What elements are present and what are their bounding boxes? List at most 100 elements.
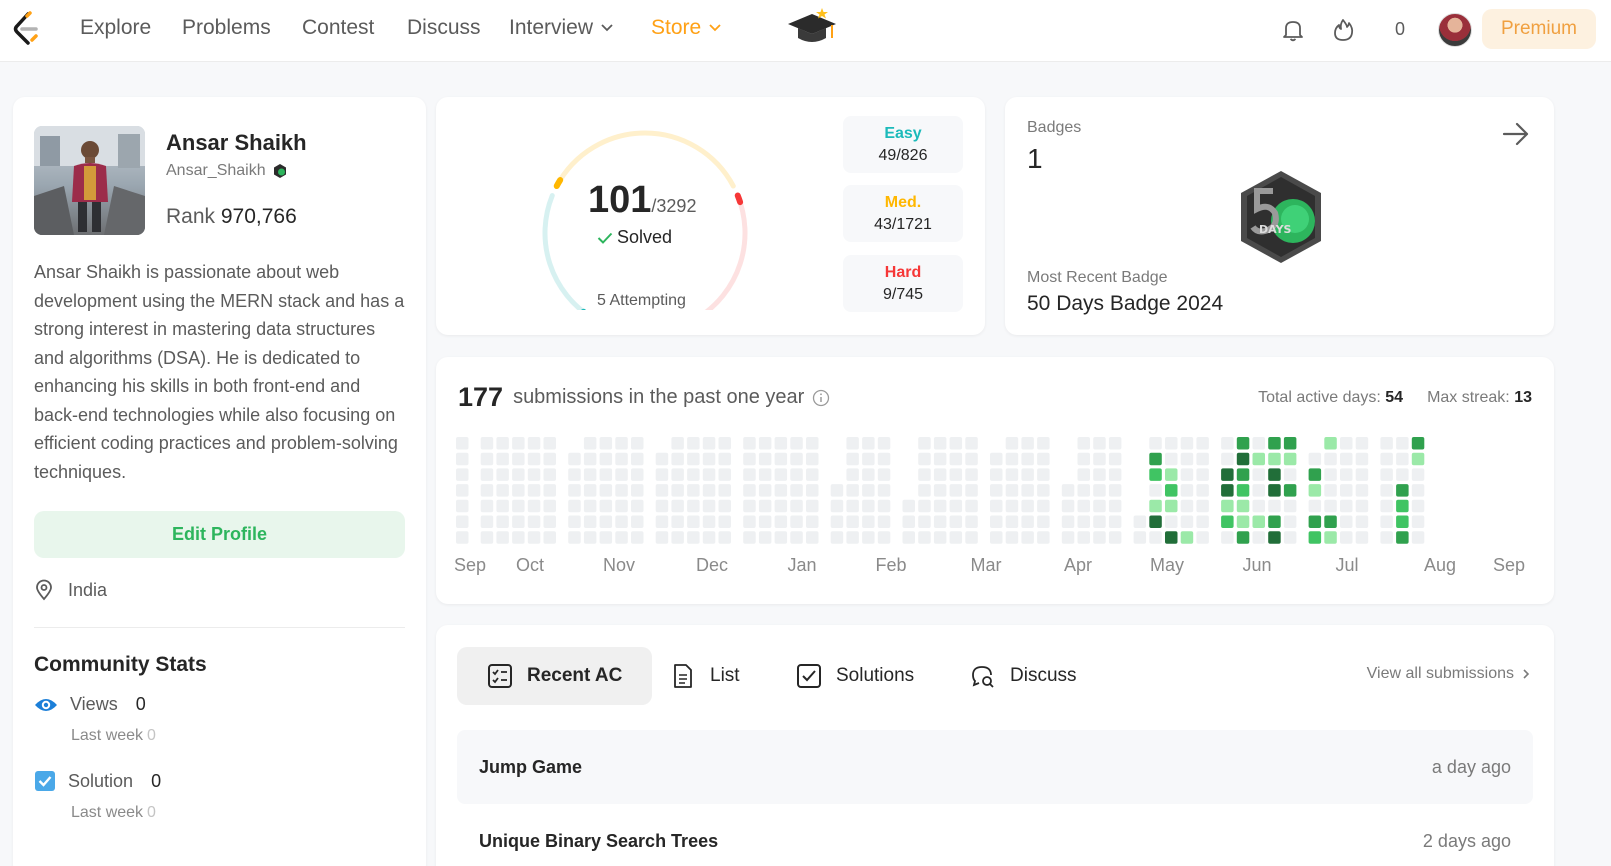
heatmap-day-cell[interactable]: [933, 484, 947, 497]
heatmap-day-cell[interactable]: [806, 484, 819, 497]
submission-row[interactable]: Unique Binary Search Trees 2 days ago: [457, 804, 1533, 866]
heatmap-day-cell[interactable]: [877, 437, 891, 450]
heatmap-day-cell[interactable]: [1355, 468, 1369, 481]
heatmap-day-cell[interactable]: [583, 499, 597, 513]
heatmap-day-cell[interactable]: [599, 531, 613, 544]
heatmap-day-cell[interactable]: [1108, 531, 1122, 544]
heatmap-day-cell[interactable]: [1093, 452, 1106, 466]
heatmap-day-cell[interactable]: [631, 531, 644, 544]
heatmap-day-cell[interactable]: [1180, 437, 1194, 450]
heatmap-day-cell[interactable]: [718, 499, 732, 513]
heatmap-day-cell[interactable]: [1324, 531, 1337, 544]
heatmap-day-cell[interactable]: [1149, 515, 1162, 529]
heatmap-day-cell[interactable]: [1196, 484, 1209, 497]
heatmap-day-cell[interactable]: [456, 515, 469, 529]
heatmap-day-cell[interactable]: [568, 452, 581, 466]
heatmap-day-cell[interactable]: [1037, 484, 1050, 497]
streak-fire-icon[interactable]: [1330, 17, 1356, 43]
heatmap-day-cell[interactable]: [965, 515, 978, 529]
heatmap-day-cell[interactable]: [1180, 531, 1194, 544]
heatmap-day-cell[interactable]: [1061, 499, 1075, 513]
heatmap-day-cell[interactable]: [1093, 484, 1106, 497]
heatmap-day-cell[interactable]: [1324, 515, 1337, 529]
heatmap-day-cell[interactable]: [615, 531, 628, 544]
heatmap-day-cell[interactable]: [877, 468, 891, 481]
heatmap-day-cell[interactable]: [1411, 499, 1425, 513]
edit-profile-button[interactable]: Edit Profile: [34, 511, 405, 558]
heatmap-day-cell[interactable]: [1324, 484, 1337, 497]
heatmap-day-cell[interactable]: [1340, 515, 1353, 529]
heatmap-day-cell[interactable]: [583, 452, 597, 466]
heatmap-day-cell[interactable]: [1308, 531, 1322, 544]
heatmap-day-cell[interactable]: [990, 531, 1003, 544]
heatmap-day-cell[interactable]: [990, 499, 1003, 513]
heatmap-day-cell[interactable]: [877, 484, 891, 497]
heatmap-day-cell[interactable]: [671, 468, 684, 481]
tab-list[interactable]: List: [640, 647, 770, 705]
heatmap-day-cell[interactable]: [965, 531, 978, 544]
heatmap-day-cell[interactable]: [527, 437, 541, 450]
heatmap-day-cell[interactable]: [1355, 499, 1369, 513]
heatmap-day-cell[interactable]: [1165, 437, 1178, 450]
heatmap-day-cell[interactable]: [743, 531, 756, 544]
heatmap-day-cell[interactable]: [743, 515, 756, 529]
heatmap-day-cell[interactable]: [1355, 515, 1369, 529]
heatmap-day-cell[interactable]: [862, 531, 875, 544]
heatmap-day-cell[interactable]: [862, 515, 875, 529]
heatmap-day-cell[interactable]: [1021, 468, 1034, 481]
heatmap-day-cell[interactable]: [1236, 499, 1250, 513]
heatmap-day-cell[interactable]: [933, 515, 947, 529]
heatmap-day-cell[interactable]: [806, 468, 819, 481]
heatmap-day-cell[interactable]: [862, 499, 875, 513]
heatmap-day-cell[interactable]: [1165, 515, 1178, 529]
heatmap-day-cell[interactable]: [599, 437, 613, 450]
heatmap-day-cell[interactable]: [1165, 531, 1178, 544]
heatmap-day-cell[interactable]: [902, 531, 916, 544]
hard-stat[interactable]: Hard 9/745: [843, 255, 963, 312]
heatmap-day-cell[interactable]: [1283, 531, 1297, 544]
heatmap-day-cell[interactable]: [933, 468, 947, 481]
heatmap-day-cell[interactable]: [918, 531, 931, 544]
heatmap-day-cell[interactable]: [1268, 531, 1281, 544]
heatmap-day-cell[interactable]: [1324, 468, 1337, 481]
heatmap-day-cell[interactable]: [806, 515, 819, 529]
heatmap-day-cell[interactable]: [1324, 452, 1337, 466]
heatmap-day-cell[interactable]: [655, 515, 669, 529]
heatmap-day-cell[interactable]: [990, 468, 1003, 481]
heatmap-day-cell[interactable]: [1093, 437, 1106, 450]
heatmap-day-cell[interactable]: [1180, 452, 1194, 466]
heatmap-day-cell[interactable]: [1308, 452, 1322, 466]
heatmap-day-cell[interactable]: [1252, 515, 1266, 529]
heatmap-day-cell[interactable]: [877, 452, 891, 466]
heatmap-day-cell[interactable]: [1077, 499, 1091, 513]
heatmap-day-cell[interactable]: [918, 468, 931, 481]
heatmap-day-cell[interactable]: [1221, 515, 1234, 529]
heatmap-day-cell[interactable]: [790, 437, 803, 450]
heatmap-day-cell[interactable]: [568, 484, 581, 497]
heatmap-day-cell[interactable]: [1005, 468, 1019, 481]
heatmap-day-cell[interactable]: [1037, 499, 1050, 513]
heatmap-day-cell[interactable]: [1021, 515, 1034, 529]
heatmap-day-cell[interactable]: [687, 499, 700, 513]
heatmap-day-cell[interactable]: [1268, 484, 1281, 497]
heatmap-day-cell[interactable]: [1283, 468, 1297, 481]
heatmap-day-cell[interactable]: [774, 531, 788, 544]
heatmap-day-cell[interactable]: [1221, 468, 1234, 481]
heatmap-day-cell[interactable]: [862, 484, 875, 497]
heatmap-day-cell[interactable]: [687, 484, 700, 497]
heatmap-day-cell[interactable]: [702, 468, 716, 481]
heatmap-day-cell[interactable]: [599, 484, 613, 497]
tab-recent-ac[interactable]: Recent AC: [457, 647, 653, 705]
heatmap-day-cell[interactable]: [1221, 531, 1234, 544]
heatmap-day-cell[interactable]: [1283, 499, 1297, 513]
heatmap-day-cell[interactable]: [743, 437, 756, 450]
heatmap-day-cell[interactable]: [1340, 437, 1353, 450]
heatmap-day-cell[interactable]: [1236, 452, 1250, 466]
heatmap-day-cell[interactable]: [1165, 499, 1178, 513]
heatmap-day-cell[interactable]: [702, 437, 716, 450]
submission-row[interactable]: Jump Game a day ago: [457, 730, 1533, 804]
heatmap-day-cell[interactable]: [949, 484, 963, 497]
heatmap-day-cell[interactable]: [543, 484, 557, 497]
heatmap-day-cell[interactable]: [1196, 452, 1209, 466]
heatmap-day-cell[interactable]: [456, 468, 469, 481]
